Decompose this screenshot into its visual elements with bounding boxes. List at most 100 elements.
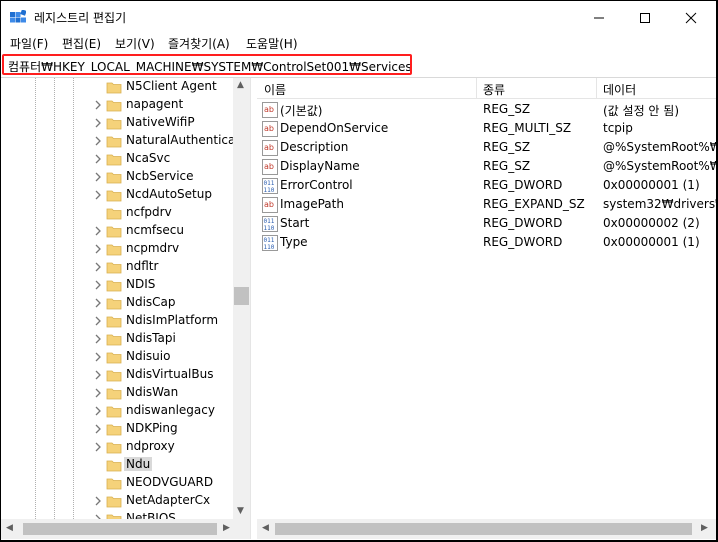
chevron-right-icon[interactable]: [93, 424, 103, 434]
maximize-button[interactable]: [622, 1, 668, 34]
tree-item[interactable]: ncfpdrv: [1, 204, 250, 222]
chevron-right-icon[interactable]: [93, 190, 103, 200]
column-divider[interactable]: [596, 78, 597, 99]
chevron-right-icon[interactable]: [93, 334, 103, 344]
tree-item[interactable]: NcdAutoSetup: [1, 186, 250, 204]
chevron-right-icon[interactable]: [93, 100, 103, 110]
tree-item[interactable]: NcbService: [1, 168, 250, 186]
tree-item[interactable]: Ndu: [1, 456, 250, 474]
tree-item-label: ndproxy: [126, 439, 175, 453]
chevron-right-icon[interactable]: [93, 442, 103, 452]
key-tree[interactable]: N5Client Agent napagent NativeWifiP Natural…: [1, 78, 250, 519]
column-divider[interactable]: [476, 78, 477, 99]
tree-item[interactable]: NetBIOS: [1, 510, 250, 519]
tree-item[interactable]: NdisImPlatform: [1, 312, 250, 330]
chevron-right-icon[interactable]: [93, 406, 103, 416]
tree-item[interactable]: NdisTapi: [1, 330, 250, 348]
tree-item[interactable]: NetAdapterCx: [1, 492, 250, 510]
tree-item[interactable]: NdisVirtualBus: [1, 366, 250, 384]
chevron-right-icon[interactable]: [93, 496, 103, 506]
tree-item-label: NdisWan: [126, 385, 179, 399]
value-row[interactable]: ab Description REG_SZ @%SystemRoot%₩sy: [257, 138, 716, 157]
scroll-left-arrow-icon[interactable]: ◀: [262, 523, 269, 533]
address-bar[interactable]: 컴퓨터₩HKEY_LOCAL_MACHINE₩SYSTEM₩ControlSet…: [2, 54, 412, 75]
column-header-type[interactable]: 종류: [483, 81, 505, 98]
tree-item[interactable]: ndproxy: [1, 438, 250, 456]
tree-item[interactable]: NcaSvc: [1, 150, 250, 168]
value-data: 0x00000001 (1): [603, 235, 700, 249]
tree-item[interactable]: NEODVGUARD: [1, 474, 250, 492]
chevron-right-icon[interactable]: [93, 298, 103, 308]
value-type: REG_SZ: [483, 102, 531, 116]
values-list[interactable]: 이름 종류 데이터 ab (기본값) REG_SZ (값 설정 안 됨) ab Depen…: [257, 78, 716, 519]
chevron-right-icon[interactable]: [93, 172, 103, 182]
tree-item[interactable]: ncmfsecu: [1, 222, 250, 240]
menu-file[interactable]: 파일(F): [10, 35, 48, 52]
value-row[interactable]: 011 110 ErrorControl REG_DWORD 0x00000001 (1…: [257, 176, 716, 195]
chevron-right-icon[interactable]: [93, 370, 103, 380]
scroll-up-arrow-icon[interactable]: ▲: [237, 80, 244, 90]
folder-icon: [106, 406, 122, 418]
folder-icon: [106, 316, 122, 328]
value-row[interactable]: ab DependOnService REG_MULTI_SZ tcpip: [257, 119, 716, 138]
scroll-right-arrow-icon[interactable]: ▶: [223, 523, 230, 533]
svg-text:ab: ab: [264, 124, 274, 133]
tree-vertical-scrollbar[interactable]: ▲ ▼: [233, 78, 250, 519]
menu-bar: 파일(F) 편집(E) 보기(V) 즐겨찾기(A) 도움말(H): [1, 34, 716, 52]
folder-icon: [106, 460, 122, 472]
chevron-right-icon[interactable]: [93, 352, 103, 362]
value-row[interactable]: ab ImagePath REG_EXPAND_SZ system32₩drivers…: [257, 195, 716, 214]
folder-icon: [106, 334, 122, 346]
svg-text:110: 110: [264, 225, 275, 232]
chevron-right-icon[interactable]: [93, 244, 103, 254]
close-button[interactable]: [668, 1, 714, 34]
tree-horizontal-scrollbar[interactable]: ◀ ▶: [1, 519, 250, 539]
tree-item-label: ncmfsecu: [126, 223, 184, 237]
chevron-right-icon[interactable]: [93, 280, 103, 290]
column-header-name[interactable]: 이름: [264, 81, 286, 98]
tree-item[interactable]: napagent: [1, 96, 250, 114]
chevron-right-icon[interactable]: [93, 118, 103, 128]
tree-item[interactable]: NativeWifiP: [1, 114, 250, 132]
column-header-data[interactable]: 데이터: [603, 81, 636, 98]
menu-help[interactable]: 도움말(H): [246, 35, 298, 52]
title-bar[interactable]: 레지스트리 편집기: [1, 1, 716, 34]
folder-icon: [106, 424, 122, 436]
tree-item[interactable]: ncpmdrv: [1, 240, 250, 258]
list-hscroll-thumb[interactable]: [275, 523, 692, 535]
tree-hscroll-thumb[interactable]: [23, 523, 217, 535]
scroll-left-arrow-icon[interactable]: ◀: [6, 523, 13, 533]
folder-icon: [106, 280, 122, 292]
minimize-button[interactable]: [576, 1, 622, 34]
menu-edit[interactable]: 편집(E): [62, 35, 101, 52]
menu-favorites[interactable]: 즐겨찾기(A): [168, 35, 230, 52]
scroll-down-arrow-icon[interactable]: ▼: [237, 506, 244, 516]
tree-item[interactable]: NDIS: [1, 276, 250, 294]
tree-item[interactable]: ndiswanlegacy: [1, 402, 250, 420]
value-row[interactable]: 011 110 Start REG_DWORD 0x00000002 (2): [257, 214, 716, 233]
chevron-right-icon[interactable]: [93, 262, 103, 272]
chevron-right-icon[interactable]: [93, 136, 103, 146]
chevron-right-icon[interactable]: [93, 388, 103, 398]
value-row[interactable]: ab DisplayName REG_SZ @%SystemRoot%₩sy: [257, 157, 716, 176]
chevron-right-icon[interactable]: [93, 154, 103, 164]
value-row[interactable]: ab (기본값) REG_SZ (값 설정 안 됨): [257, 100, 716, 119]
tree-item[interactable]: N5Client Agent: [1, 78, 250, 96]
tree-item[interactable]: Ndisuio: [1, 348, 250, 366]
tree-item[interactable]: NaturalAuthenticatio: [1, 132, 250, 150]
menu-view[interactable]: 보기(V): [115, 35, 155, 52]
tree-item[interactable]: ndfltr: [1, 258, 250, 276]
chevron-right-icon[interactable]: [93, 316, 103, 326]
value-row[interactable]: 011 110 Type REG_DWORD 0x00000001 (1): [257, 233, 716, 252]
tree-item[interactable]: NDKPing: [1, 420, 250, 438]
scroll-right-arrow-icon[interactable]: ▶: [701, 523, 708, 533]
folder-icon: [106, 496, 122, 508]
tree-scroll-thumb[interactable]: [234, 287, 249, 305]
tree-item[interactable]: NdisCap: [1, 294, 250, 312]
list-horizontal-scrollbar[interactable]: ◀ ▶: [257, 519, 716, 539]
pane-splitter[interactable]: [250, 78, 256, 539]
chevron-right-icon[interactable]: [93, 226, 103, 236]
tree-item-label: Ndu: [124, 457, 153, 471]
tree-item[interactable]: NdisWan: [1, 384, 250, 402]
maximize-icon: [640, 12, 650, 23]
